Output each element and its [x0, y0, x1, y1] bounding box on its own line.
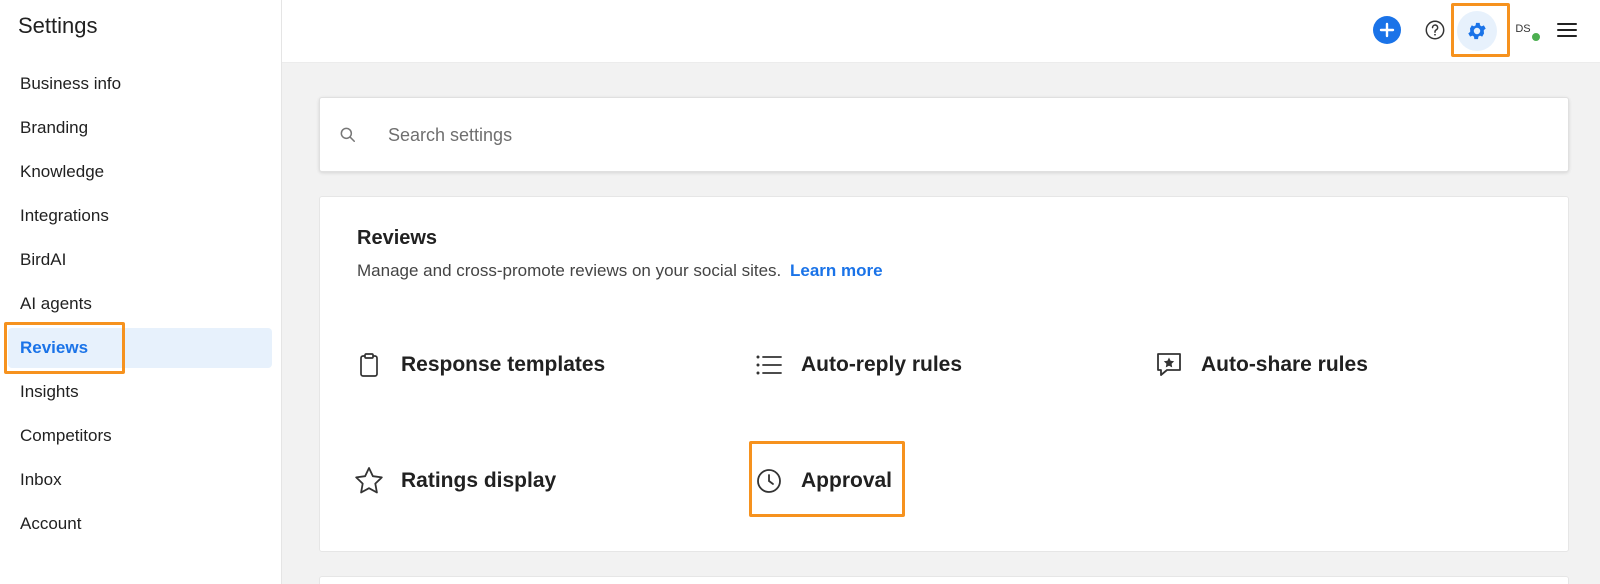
clock-icon [753, 465, 785, 497]
star-icon [353, 465, 385, 497]
sidebar-item-account[interactable]: Account [8, 504, 272, 544]
next-card [319, 576, 1569, 584]
card-description: Manage and cross-promote reviews on your… [357, 261, 883, 281]
top-bar: DS [282, 0, 1600, 63]
sidebar-item-insights[interactable]: Insights [8, 372, 272, 412]
help-button[interactable] [1422, 17, 1448, 43]
star-chat-icon [1153, 349, 1185, 381]
sidebar-item-integrations[interactable]: Integrations [8, 196, 272, 236]
tile-approval[interactable]: Approval [753, 461, 892, 501]
learn-more-link[interactable]: Learn more [790, 261, 883, 280]
sidebar-item-inbox[interactable]: Inbox [8, 460, 272, 500]
tile-label: Response templates [401, 353, 606, 376]
tile-label: Auto-reply rules [801, 353, 963, 376]
sidebar: Settings Business info Branding Knowledg… [0, 0, 282, 584]
sidebar-title: Settings [18, 13, 98, 38]
search-bar [319, 97, 1569, 172]
sidebar-item-branding[interactable]: Branding [8, 108, 272, 148]
menu-icon [1557, 23, 1577, 37]
sidebar-item-ai-agents[interactable]: AI agents [8, 284, 272, 324]
tile-auto-share-rules[interactable]: Auto-share rules [1153, 345, 1368, 385]
clipboard-icon [353, 349, 385, 381]
menu-button[interactable] [1555, 18, 1579, 42]
sidebar-nav: Business info Branding Knowledge Integra… [8, 64, 272, 548]
sidebar-item-birdai[interactable]: BirdAI [8, 240, 272, 280]
search-icon [340, 127, 355, 142]
sidebar-item-knowledge[interactable]: Knowledge [8, 152, 272, 192]
card-description-text: Manage and cross-promote reviews on your… [357, 261, 782, 280]
gear-icon [1468, 22, 1486, 40]
tile-auto-reply-rules[interactable]: Auto-reply rules [753, 345, 962, 385]
sidebar-item-competitors[interactable]: Competitors [8, 416, 272, 456]
tile-label: Approval [801, 469, 893, 492]
add-button[interactable] [1373, 16, 1401, 44]
card-title: Reviews [357, 227, 438, 249]
list-icon [753, 349, 785, 381]
help-icon [1425, 20, 1445, 40]
search-input[interactable] [388, 116, 1538, 154]
reviews-card: Reviews Manage and cross-promote reviews… [319, 196, 1569, 552]
tile-response-templates[interactable]: Response templates [353, 345, 605, 385]
sidebar-item-reviews[interactable]: Reviews [8, 328, 272, 368]
presence-indicator [1531, 32, 1541, 42]
add-icon [1379, 22, 1395, 38]
app-root: Settings Business info Branding Knowledg… [0, 0, 1600, 584]
tile-label: Auto-share rules [1201, 353, 1368, 376]
settings-button[interactable] [1457, 11, 1497, 51]
tile-ratings-display[interactable]: Ratings display [353, 461, 556, 501]
sidebar-item-business-info[interactable]: Business info [8, 64, 272, 104]
tile-label: Ratings display [401, 469, 557, 492]
